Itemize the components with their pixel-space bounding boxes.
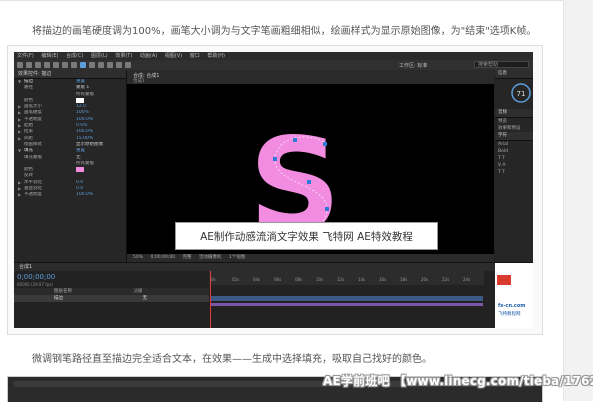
menu-layer[interactable]: 图层(L) xyxy=(91,53,108,59)
ae-menubar: 文件(F) 编辑(E) 合成(C) 图层(L) 效果(T) 动画(A) 视图(V… xyxy=(14,52,533,60)
views-select[interactable]: 1个视图 xyxy=(229,255,245,260)
puppet-tool-icon[interactable] xyxy=(125,62,131,68)
rotate-tool-icon[interactable] xyxy=(44,62,50,68)
menu-edit[interactable]: 编辑(E) xyxy=(41,53,58,59)
font-style-select[interactable]: Bold xyxy=(495,148,533,155)
mask-tool-icon[interactable] xyxy=(71,62,77,68)
camera-tool-icon[interactable] xyxy=(53,62,59,68)
menu-composition[interactable]: 合成(C) xyxy=(66,53,83,59)
audio-meter-area: 71 xyxy=(495,79,533,109)
layer-parent[interactable]: 无 xyxy=(142,296,147,301)
fx-logo-box: fx-cn.com 飞特教程网 xyxy=(495,263,533,328)
menu-window[interactable]: 窗口 xyxy=(190,53,200,59)
playhead[interactable] xyxy=(210,271,211,328)
effects-presets-tab[interactable]: 效果和预设 xyxy=(495,125,533,132)
logo-red-icon xyxy=(497,275,511,285)
char-row: V A xyxy=(498,163,506,168)
ruler-tick: 0s xyxy=(211,277,216,282)
character-panel-tab[interactable]: 字符 xyxy=(495,132,533,141)
type-tool-icon[interactable] xyxy=(89,62,95,68)
workspace-label[interactable]: 工作区: 标准 xyxy=(399,62,427,69)
time-ruler[interactable]: 0s 02s 04s 06s 08s 10s 12s 14s 16s 18s 2… xyxy=(209,271,484,285)
fx-site-name: fx-cn.com xyxy=(498,303,526,309)
ruler-tick: 10s xyxy=(316,277,324,282)
char-row: T T xyxy=(498,170,505,175)
paragraph-2: 微调钢笔路径直至描边完全适合文本，在效果——生成中选择填充，吸取自己找好的颜色。 xyxy=(32,354,432,365)
stamp-tool-icon[interactable] xyxy=(107,62,113,68)
ruler-tick: 12s xyxy=(337,277,345,282)
ruler-tick: 08s xyxy=(295,277,303,282)
menu-effect[interactable]: 效果(T) xyxy=(115,53,132,59)
pen-tool-icon[interactable] xyxy=(80,62,86,68)
eraser-tool-icon[interactable] xyxy=(116,62,122,68)
layer-name: 描边 xyxy=(54,296,63,301)
ruler-tick: 20s xyxy=(421,277,429,282)
stroke-color-swatch[interactable] xyxy=(76,97,84,103)
effect-controls-panel: 效果控件: 描边 ▼ 描边 重置 路径 蒙版 1 所有蒙版 颜色 ▶ 画笔大小 12.0 … xyxy=(14,70,127,262)
effect-row[interactable]: ▶ 不透明度 100.0% xyxy=(14,192,126,198)
page-side-strip xyxy=(563,0,593,401)
layer-duration-bar[interactable] xyxy=(210,296,483,301)
ae-screenshot: 文件(F) 编辑(E) 合成(C) 图层(L) 效果(T) 动画(A) 视图(V… xyxy=(14,52,533,328)
paragraph-1: 将描边的画笔硬度调为100%，画笔大小调为与文字笔画粗细相似，绘画样式为显示原始… xyxy=(32,26,537,37)
hand-tool-icon[interactable] xyxy=(26,62,32,68)
ruler-tick: 24s xyxy=(463,277,471,282)
parent-column[interactable]: 父级 xyxy=(133,289,142,294)
mask-vertex[interactable] xyxy=(293,138,297,142)
resolution-select[interactable]: 完整 xyxy=(182,255,191,260)
help-search-input[interactable]: 搜索帮助 xyxy=(474,61,529,68)
ruler-tick: 04s xyxy=(253,277,261,282)
layer-columns: 图层名称 父级 xyxy=(14,288,209,295)
mask-vertex[interactable] xyxy=(323,142,327,146)
watermark: AE学前班吧 【www.linecg.com/tieba/1762】 xyxy=(323,374,593,388)
info-panel-tab[interactable]: 信息 xyxy=(495,70,533,79)
timeline-fps: 00000 (29.97 fps) xyxy=(17,282,53,287)
mask-vertex[interactable] xyxy=(307,180,311,184)
meter-icon: 71 xyxy=(511,83,531,103)
menu-file[interactable]: 文件(F) xyxy=(17,53,34,59)
audio-panel-tab[interactable]: 音频 xyxy=(495,109,533,118)
font-family-select[interactable]: Arial xyxy=(495,141,533,148)
ruler-tick: 02s xyxy=(232,277,240,282)
right-panels: 信息 71 音频 预览 效果和预设 字符 Arial Bold T T V A … xyxy=(495,70,533,262)
menu-animation[interactable]: 动画(A) xyxy=(140,53,157,59)
layer-row[interactable]: 描边 无 xyxy=(14,295,209,302)
composition-tabs: 合成: 合成1 合成1 xyxy=(127,70,494,85)
menu-help[interactable]: 帮助(H) xyxy=(207,53,225,59)
ruler-tick: 22s xyxy=(442,277,450,282)
camera-select[interactable]: 活动摄像机 xyxy=(199,255,222,260)
mask-vertex[interactable] xyxy=(273,157,277,161)
char-row: T T xyxy=(498,156,505,161)
timeline-tabs: 合成1 xyxy=(14,263,533,271)
menu-view[interactable]: 视图(V) xyxy=(165,53,182,59)
ruler-tick: 18s xyxy=(400,277,408,282)
work-area-bar[interactable] xyxy=(210,303,483,306)
timeline-panel: 合成1 0;00;00;00 00000 (29.97 fps) 图层名称 父级… xyxy=(14,262,533,328)
viewer-status-bar: 50% 0;00;00;00 完整 活动摄像机 1个视图 xyxy=(127,254,494,262)
timeline-tab[interactable]: 合成1 xyxy=(19,264,32,270)
pan-tool-icon[interactable] xyxy=(62,62,68,68)
mask-vertex[interactable] xyxy=(325,207,329,211)
ruler-tick: 06s xyxy=(274,277,282,282)
image-caption: AE制作动感流淌文字效果 飞特网 AE特效教程 xyxy=(175,222,438,250)
expand-triangle-icon[interactable]: ▶ xyxy=(18,192,21,198)
selection-tool-icon[interactable] xyxy=(17,62,23,68)
ruler-tick: 14s xyxy=(358,277,366,282)
fx-site-sub: 飞特教程网 xyxy=(498,312,521,317)
fill-color-swatch[interactable] xyxy=(76,167,84,173)
ruler-tick: 16s xyxy=(379,277,387,282)
effect-controls-tab[interactable]: 效果控件: 描边 xyxy=(14,70,126,79)
zoom-select[interactable]: 50% xyxy=(133,255,143,260)
timeline-timecode[interactable]: 0;00;00;00 xyxy=(17,273,55,281)
viewer-timecode[interactable]: 0;00;00;00 xyxy=(150,255,175,260)
preview-panel-tab[interactable]: 预览 xyxy=(495,118,533,125)
top-divider xyxy=(0,0,593,1)
meter-value: 71 xyxy=(517,90,526,98)
brush-tool-icon[interactable] xyxy=(98,62,104,68)
layer-name-column[interactable]: 图层名称 xyxy=(54,289,72,294)
zoom-tool-icon[interactable] xyxy=(35,62,41,68)
